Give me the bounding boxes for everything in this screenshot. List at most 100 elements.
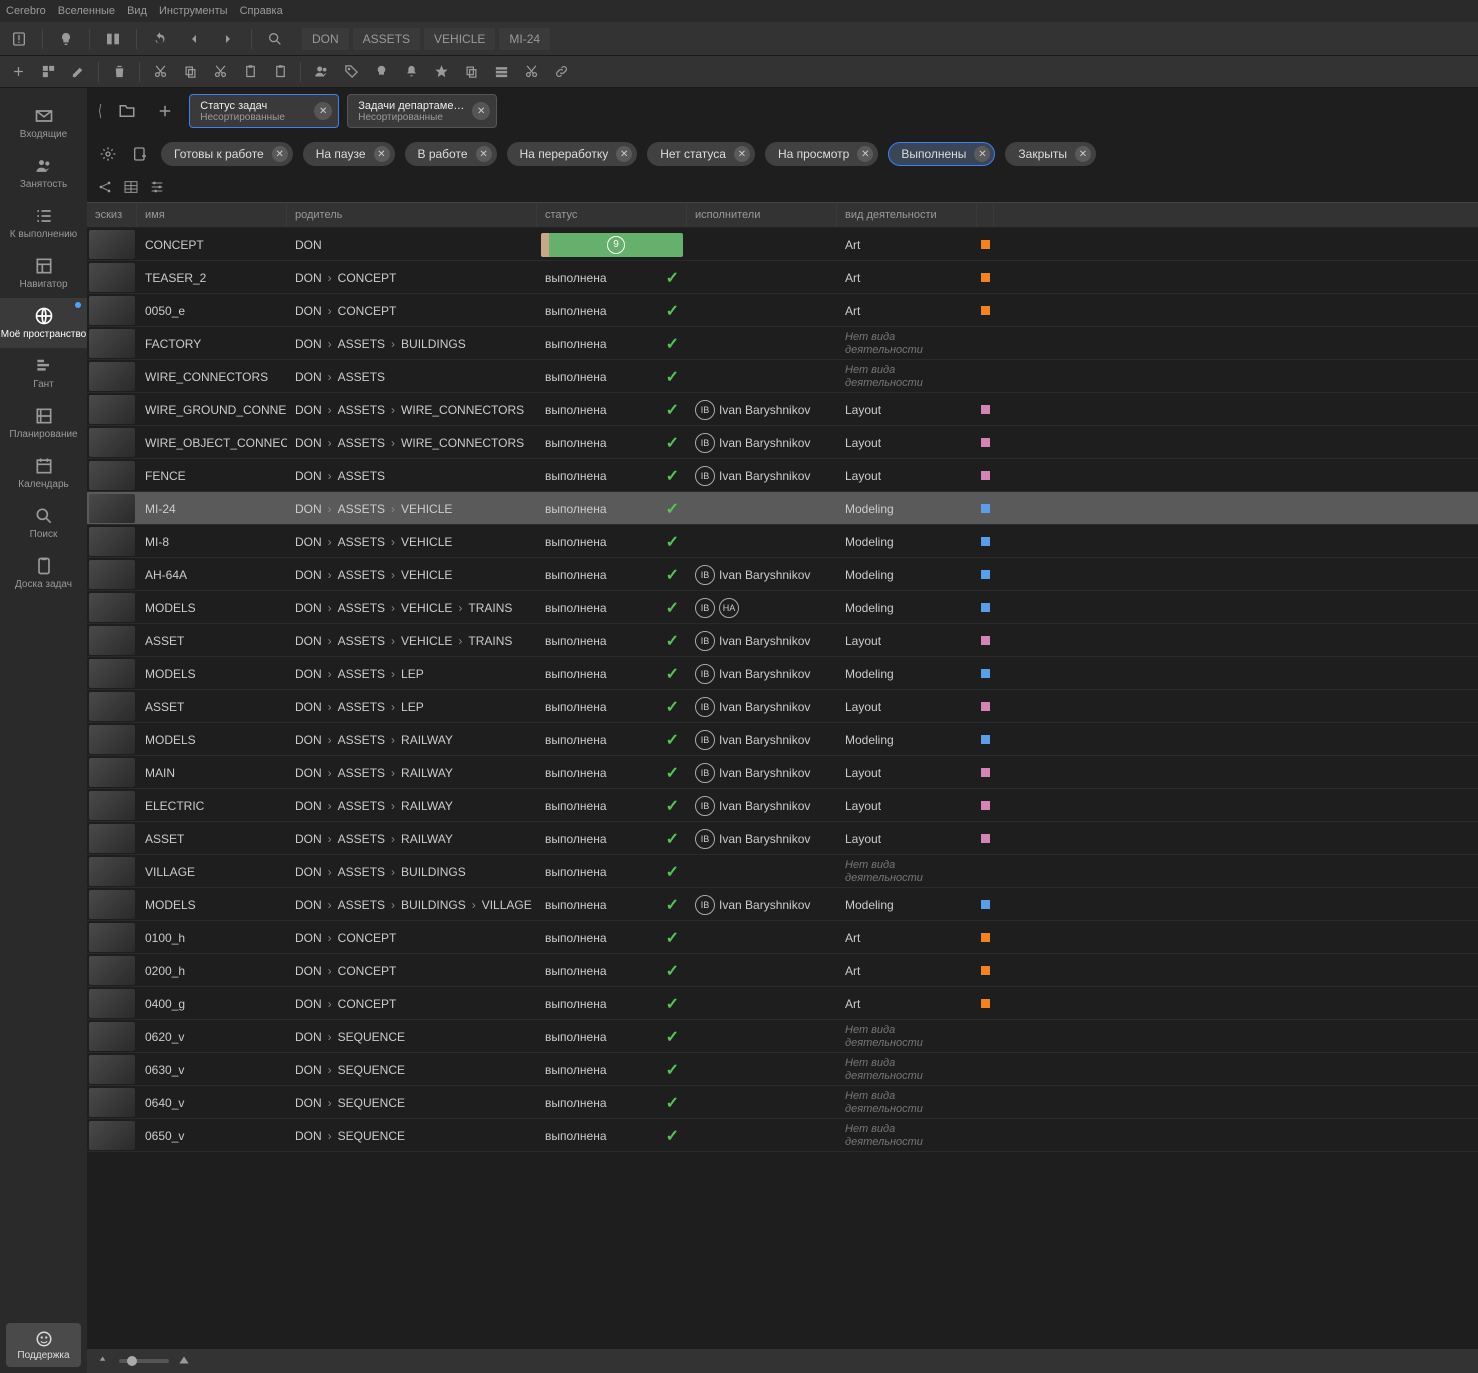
table-row[interactable]: AH-64ADON›ASSETS›VEHICLEвыполнена✓IBIvan… [87, 558, 1478, 591]
table-row[interactable]: MI-24DON›ASSETS›VEHICLEвыполнена✓Modelin… [87, 492, 1478, 525]
sidebar-item-0[interactable]: Входящие [0, 98, 87, 148]
scissors-icon[interactable] [519, 60, 543, 84]
bulb-icon[interactable] [53, 26, 79, 52]
cut-icon[interactable] [148, 60, 172, 84]
table-row[interactable]: 0050_eDON›CONCEPTвыполнена✓Art [87, 294, 1478, 327]
close-tab-icon[interactable]: ✕ [472, 102, 490, 120]
breadcrumb-item-0[interactable]: DON [302, 28, 349, 50]
table-row[interactable]: 0640_vDON›SEQUENCEвыполнена✓Нет вида дея… [87, 1086, 1478, 1119]
table-row[interactable]: 0400_gDON›CONCEPTвыполнена✓Art [87, 987, 1478, 1020]
sidebar-item-8[interactable]: Поиск [0, 498, 87, 548]
star-icon[interactable] [429, 60, 453, 84]
link-icon[interactable] [549, 60, 573, 84]
table-row[interactable]: CONCEPTDON9Art [87, 228, 1478, 261]
table-row[interactable]: 0630_vDON›SEQUENCEвыполнена✓Нет вида дея… [87, 1053, 1478, 1086]
copy-icon[interactable] [178, 60, 202, 84]
folder-icon[interactable] [113, 97, 141, 125]
menu-help[interactable]: Справка [240, 5, 283, 17]
col-thumb[interactable]: эскиз [87, 203, 137, 227]
sidebar-item-2[interactable]: К выполнению [0, 198, 87, 248]
zoom-out-icon[interactable] [97, 1353, 111, 1370]
zoom-slider[interactable] [119, 1359, 169, 1363]
paste-icon[interactable] [238, 60, 262, 84]
sidebar-item-5[interactable]: Гант [0, 348, 87, 398]
chip-close-icon[interactable]: ✕ [476, 146, 492, 162]
support-button[interactable]: Поддержка [6, 1323, 81, 1367]
table-row[interactable]: MAINDON›ASSETS›RAILWAYвыполнена✓IBIvan B… [87, 756, 1478, 789]
col-activity[interactable]: вид деятельности [837, 203, 977, 227]
table-row[interactable]: ASSETDON›ASSETS›RAILWAYвыполнена✓IBIvan … [87, 822, 1478, 855]
table-row[interactable]: ASSETDON›ASSETS›VEHICLE›TRAINSвыполнена✓… [87, 624, 1478, 657]
table-row[interactable]: WIRE_GROUND_CONNECTORDON›ASSETS›WIRE_CON… [87, 393, 1478, 426]
add-icon[interactable] [6, 60, 30, 84]
grid-icon[interactable] [489, 60, 513, 84]
refresh-icon[interactable] [147, 26, 173, 52]
back-icon[interactable] [181, 26, 207, 52]
notice-icon[interactable] [6, 26, 32, 52]
table-row[interactable]: 0620_vDON›SEQUENCEвыполнена✓Нет вида дея… [87, 1020, 1478, 1053]
add-filter-icon[interactable] [129, 143, 151, 165]
add-tab-icon[interactable] [151, 97, 179, 125]
table-row[interactable]: VILLAGEDON›ASSETS›BUILDINGSвыполнена✓Нет… [87, 855, 1478, 888]
paste2-icon[interactable] [268, 60, 292, 84]
tag-icon[interactable] [339, 60, 363, 84]
breadcrumb-item-2[interactable]: VEHICLE [424, 28, 495, 50]
cut2-icon[interactable] [208, 60, 232, 84]
bell-icon[interactable] [399, 60, 423, 84]
chip-close-icon[interactable]: ✕ [974, 146, 990, 162]
col-assignees[interactable]: исполнители [687, 203, 837, 227]
table-row[interactable]: 0200_hDON›CONCEPTвыполнена✓Art [87, 954, 1478, 987]
settings-sliders-icon[interactable] [149, 179, 165, 198]
table-row[interactable]: MODELSDON›ASSETS›VEHICLE›TRAINSвыполнена… [87, 591, 1478, 624]
chip-close-icon[interactable]: ✕ [616, 146, 632, 162]
filter-chip-0[interactable]: Готовы к работе✕ [161, 142, 293, 166]
table-row[interactable]: MODELSDON›ASSETS›LEPвыполнена✓IBIvan Bar… [87, 657, 1478, 690]
table-row[interactable]: WIRE_OBJECT_CONNECTORDON›ASSETS›WIRE_CON… [87, 426, 1478, 459]
table-row[interactable]: TEASER_2DON›CONCEPTвыполнена✓Art [87, 261, 1478, 294]
table-row[interactable]: 0650_vDON›SEQUENCEвыполнена✓Нет вида дея… [87, 1119, 1478, 1152]
table-row[interactable]: MODELSDON›ASSETS›BUILDINGS›VILLAGEвыполн… [87, 888, 1478, 921]
table-row[interactable]: FENCEDON›ASSETSвыполнена✓IBIvan Baryshni… [87, 459, 1478, 492]
sidebar-item-7[interactable]: Календарь [0, 448, 87, 498]
chip-close-icon[interactable]: ✕ [1075, 146, 1091, 162]
filter-chip-3[interactable]: На переработку✕ [507, 142, 638, 166]
table-row[interactable]: FACTORYDON›ASSETS›BUILDINGSвыполнена✓Нет… [87, 327, 1478, 360]
col-status[interactable]: статус [537, 203, 687, 227]
people-icon[interactable] [309, 60, 333, 84]
filter-chip-5[interactable]: На просмотр✕ [765, 142, 878, 166]
panels-icon[interactable] [100, 26, 126, 52]
table-row[interactable]: MI-8DON›ASSETS›VEHICLEвыполнена✓Modeling [87, 525, 1478, 558]
copy2-icon[interactable] [459, 60, 483, 84]
search-icon[interactable] [262, 26, 288, 52]
add-many-icon[interactable] [36, 60, 60, 84]
forward-icon[interactable] [215, 26, 241, 52]
col-name[interactable]: имя [137, 203, 287, 227]
sidebar-item-3[interactable]: Навигатор [0, 248, 87, 298]
sidebar-item-6[interactable]: Планирование [0, 398, 87, 448]
edit-icon[interactable] [66, 60, 90, 84]
gear-icon[interactable] [97, 143, 119, 165]
filter-chip-6[interactable]: Выполнены✕ [888, 142, 995, 166]
breadcrumb-item-1[interactable]: ASSETS [353, 28, 420, 50]
close-tab-icon[interactable]: ✕ [314, 102, 332, 120]
menu-universes[interactable]: Вселенные [58, 5, 115, 17]
status-tab-0[interactable]: Статус задачНесортированные✕ [189, 94, 339, 128]
menu-cerebro[interactable]: Cerebro [6, 5, 46, 17]
table-row[interactable]: MODELSDON›ASSETS›RAILWAYвыполнена✓IBIvan… [87, 723, 1478, 756]
breadcrumb-item-3[interactable]: MI-24 [499, 28, 550, 50]
table-view-icon[interactable] [123, 179, 139, 198]
table-row[interactable]: WIRE_CONNECTORSDON›ASSETSвыполнена✓Нет в… [87, 360, 1478, 393]
filter-chip-7[interactable]: Закрыты✕ [1005, 142, 1096, 166]
sidebar-item-4[interactable]: Моё пространство [0, 298, 87, 348]
menu-tools[interactable]: Инструменты [159, 5, 228, 17]
zoom-in-icon[interactable] [177, 1353, 191, 1370]
chip-close-icon[interactable]: ✕ [374, 146, 390, 162]
menu-view[interactable]: Вид [127, 5, 147, 17]
filter-chip-4[interactable]: Нет статуса✕ [647, 142, 755, 166]
share-icon[interactable] [97, 179, 113, 198]
table-row[interactable]: ELECTRICDON›ASSETS›RAILWAYвыполнена✓IBIv… [87, 789, 1478, 822]
filter-chip-1[interactable]: На паузе✕ [303, 142, 395, 166]
table-row[interactable]: ASSETDON›ASSETS›LEPвыполнена✓IBIvan Bary… [87, 690, 1478, 723]
status-tab-1[interactable]: Задачи департаме…Несортированные✕ [347, 94, 497, 128]
chip-close-icon[interactable]: ✕ [857, 146, 873, 162]
